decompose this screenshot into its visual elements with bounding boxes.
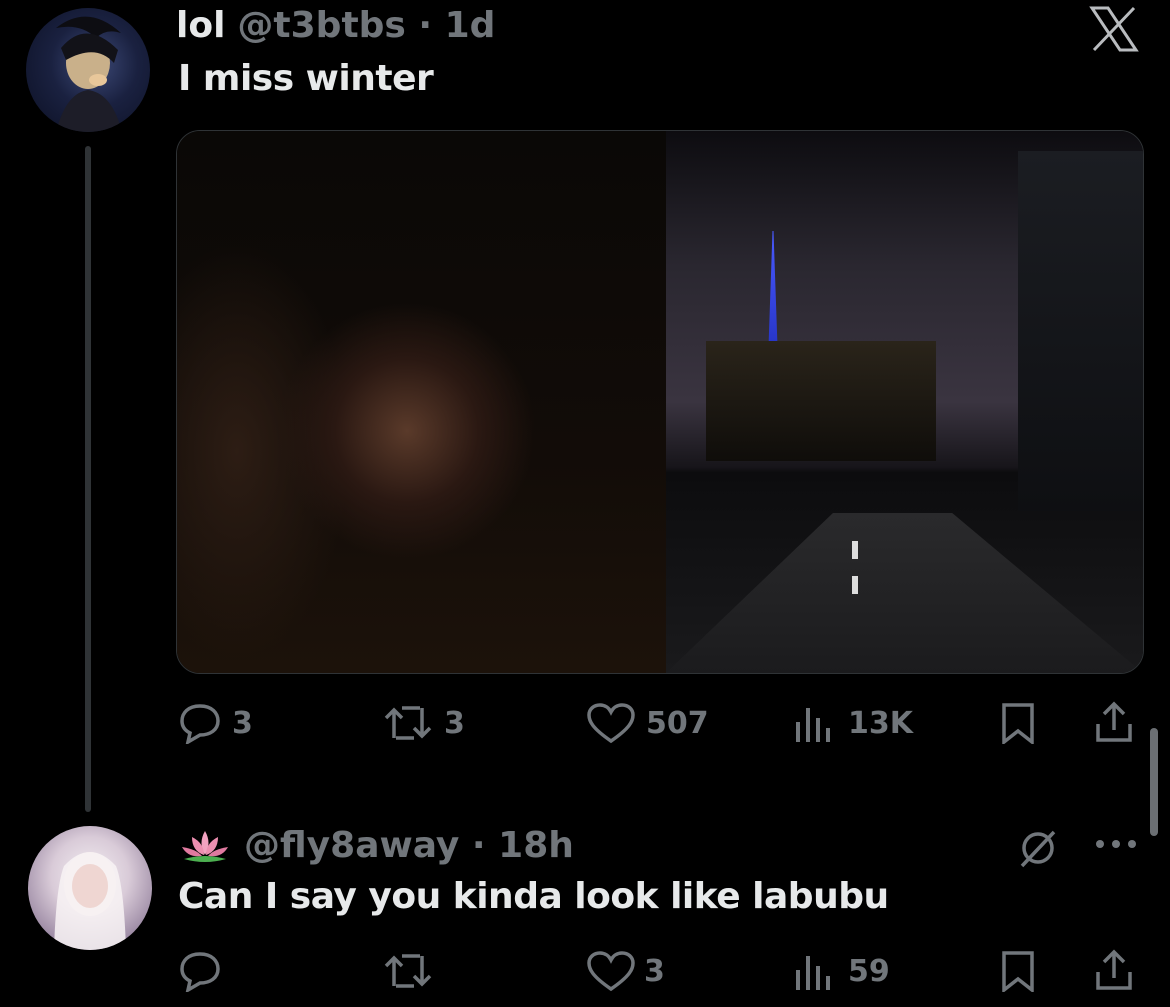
reply-actions: 3 59 bbox=[176, 948, 1146, 994]
tweet-text: I miss winter bbox=[178, 58, 434, 99]
views-button[interactable]: 59 bbox=[794, 950, 890, 992]
display-name[interactable]: lol bbox=[176, 5, 225, 46]
like-count: 507 bbox=[646, 705, 709, 741]
avatar[interactable] bbox=[26, 8, 150, 132]
heart-icon bbox=[587, 703, 635, 744]
media-image-selfie[interactable] bbox=[177, 131, 666, 673]
reply-icon bbox=[180, 704, 220, 744]
like-button[interactable]: 3 bbox=[586, 950, 665, 992]
views-button[interactable]: 13K bbox=[794, 702, 913, 744]
thread-line bbox=[85, 146, 91, 812]
media-image-city[interactable] bbox=[666, 131, 1143, 673]
building-shape bbox=[1018, 151, 1143, 511]
handle-timestamp[interactable]: @t3btbs · 1d bbox=[237, 5, 495, 46]
views-icon bbox=[796, 708, 830, 742]
tweet-media[interactable] bbox=[176, 130, 1144, 674]
reply-text: Can I say you kinda look like labubu bbox=[178, 876, 889, 917]
bookmark-icon bbox=[1002, 951, 1034, 992]
reply-handle-timestamp[interactable]: @fly8away · 18h bbox=[244, 825, 574, 866]
lotus-icon bbox=[178, 825, 232, 865]
skyline-shape bbox=[706, 341, 936, 461]
tweet-actions: 3 3 507 13K bbox=[176, 700, 1146, 746]
lane-mark bbox=[852, 541, 858, 559]
share-button[interactable] bbox=[1092, 948, 1136, 992]
views-count: 59 bbox=[848, 953, 890, 989]
more-icon[interactable] bbox=[1094, 836, 1138, 852]
heart-icon bbox=[587, 951, 635, 992]
reply-icon bbox=[180, 952, 220, 992]
bookmark-button[interactable] bbox=[998, 950, 1038, 992]
like-button[interactable]: 507 bbox=[586, 702, 709, 744]
like-count: 3 bbox=[644, 953, 665, 989]
avatar-illustration bbox=[54, 852, 126, 950]
share-icon bbox=[1096, 701, 1132, 742]
share-icon bbox=[1096, 949, 1132, 990]
reply-count: 3 bbox=[232, 705, 253, 741]
reply-avatar[interactable] bbox=[28, 826, 152, 950]
close-icon[interactable] bbox=[1088, 6, 1140, 52]
retweet-button[interactable]: 3 bbox=[382, 702, 465, 744]
tweet-header: lol @t3btbs · 1d bbox=[176, 0, 495, 50]
scrollbar[interactable] bbox=[1150, 728, 1158, 836]
views-icon bbox=[796, 956, 830, 990]
bookmark-icon bbox=[1002, 703, 1034, 744]
avatar-illustration bbox=[56, 16, 122, 132]
road-shape bbox=[666, 513, 1143, 673]
retweet-icon bbox=[384, 706, 432, 740]
reply-button[interactable] bbox=[178, 950, 222, 992]
views-count: 13K bbox=[848, 705, 913, 741]
retweet-count: 3 bbox=[444, 705, 465, 741]
grok-icon[interactable] bbox=[1016, 826, 1060, 870]
reply-button[interactable]: 3 bbox=[178, 702, 253, 744]
retweet-icon bbox=[384, 954, 432, 988]
bookmark-button[interactable] bbox=[998, 702, 1038, 744]
lane-mark bbox=[852, 576, 858, 594]
retweet-button[interactable] bbox=[382, 950, 434, 992]
reply-header: @fly8away · 18h bbox=[178, 820, 574, 870]
share-button[interactable] bbox=[1092, 700, 1136, 744]
